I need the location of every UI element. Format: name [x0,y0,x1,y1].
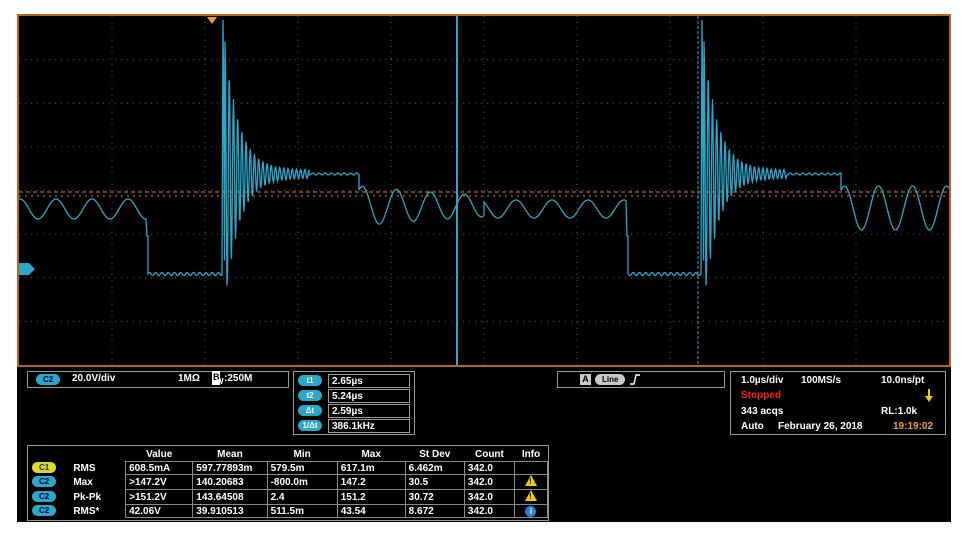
cursor-delta-badge: Δt [298,405,322,416]
channel-2-ground-marker-icon[interactable] [19,263,35,275]
input-impedance: 1MΩ [178,373,200,384]
cursor-t1-badge: t1 [298,375,322,386]
channel-badge: C1 [32,462,57,474]
measurement-name: RMS* [73,505,100,517]
measurement-max: 147.2 [336,474,406,490]
trigger-position-marker-icon[interactable] [207,17,217,24]
trigger-arrow-icon [925,389,933,402]
measurement-min: 579.5m [266,461,338,475]
cursor-readout-box[interactable]: t1 2.65µs t2 5.24µs Δt 2.59µs 1/Δt 386.1… [293,371,415,435]
sample-rate: 100MS/s [801,375,842,386]
measurement-stdev: 30.5 [404,474,465,490]
time-resolution: 10.0ns/pt [881,375,925,386]
measurement-name: Max [73,476,93,488]
measurement-name: Pk-Pk [73,491,102,503]
measurement-stdev: 30.72 [404,489,465,505]
record-length: RL:1.0k [881,406,918,417]
trigger-type: Line [595,374,626,385]
measurement-min: 511.5m [266,504,338,518]
oscilloscope: C2 20.0V/div 1MΩ B W :250M t1 2.65µs t2 … [17,14,951,522]
measurement-min: 2.4 [266,489,338,505]
channel-settings-box[interactable]: C2 20.0V/div 1MΩ B W :250M [27,371,289,388]
channel-badge: C2 [32,505,57,517]
channel-badge: C2 [32,476,57,488]
cursor-row-frequency: 1/Δt 386.1kHz [298,419,412,433]
cursor-row-t2: t2 5.24µs [298,389,412,403]
measurement-max: 151.2 [336,489,406,505]
trigger-mode: Auto [741,421,764,432]
cursor-t1-value: 2.65µs [328,374,410,388]
status-panel: C2 20.0V/div 1MΩ B W :250M t1 2.65µs t2 … [17,367,951,522]
header-max: Max [361,449,381,460]
measurement-value: 608.5mA [125,461,194,475]
cursor-t2-value: 5.24µs [328,389,410,403]
header-stdev: St Dev [419,449,451,460]
warning-icon[interactable]: ! [524,490,537,501]
measurement-mean: 39.910513 [192,504,268,518]
measurement-count: 342.0 [463,489,515,505]
acquisition-box[interactable]: 1.0µs/div 100MS/s 10.0ns/pt Stopped 343 … [730,371,946,435]
table-row[interactable]: C2 Pk-Pk >151.2V 143.64508 2.4 151.2 30.… [30,489,549,505]
timebase: 1.0µs/div [741,375,784,386]
cursor-row-t1: t1 2.65µs [298,374,412,388]
header-count: Count [474,449,504,460]
measurement-header-row: Value Mean Min Max St Dev Count Info [30,448,548,462]
channel-badge: C2 [32,491,57,503]
header-value: Value [146,449,173,460]
header-min: Min [293,449,311,460]
acquisition-count: 343 acqs [741,406,784,417]
acquisition-state: Stopped [741,390,781,401]
cursor-frequency-value: 386.1kHz [328,419,410,433]
table-row[interactable]: C1 RMS 608.5mA 597.77893m 579.5m 617.1m … [30,461,549,475]
time: 19:19:02 [893,421,934,432]
measurement-table: Value Mean Min Max St Dev Count Info C1 … [30,448,549,518]
measurement-table-box[interactable]: Value Mean Min Max St Dev Count Info C1 … [27,445,549,521]
table-row[interactable]: C2 Max >147.2V 140.20683 -800.0m 147.2 3… [30,474,549,490]
measurement-max: 43.54 [336,504,406,518]
measurement-mean: 140.20683 [192,474,268,490]
measurement-info [513,461,549,475]
measurement-mean: 597.77893m [192,461,268,475]
rising-edge-icon [630,374,640,385]
channel-2-trace [19,19,949,286]
measurement-count: 342.0 [463,474,515,490]
measurement-min: -800.0m [266,474,338,490]
measurement-stdev: 6.462m [404,461,465,475]
graticule [19,16,949,365]
waveform-display[interactable] [17,14,951,367]
measurement-value: 42.06V [125,504,194,518]
table-row[interactable]: C2 RMS* 42.06V 39.910513 511.5m 43.54 8.… [30,504,549,518]
trigger-source: A [580,374,591,385]
measurement-count: 342.0 [463,461,515,475]
measurement-value: >147.2V [125,474,194,490]
channel-badge: C2 [36,374,61,385]
waveform-canvas [19,16,949,365]
date: February 26, 2018 [778,421,863,432]
trigger-settings-box[interactable]: A Line [557,371,725,388]
header-info: Info [521,449,541,460]
cursor-delta-value: 2.59µs [328,404,410,418]
info-icon[interactable]: i [525,505,537,517]
cursor-t2-badge: t2 [298,390,322,401]
measurement-count: 342.0 [463,504,515,518]
cursor-frequency-badge: 1/Δt [298,420,322,431]
warning-icon[interactable]: ! [524,475,537,486]
bandwidth-limit: :250M [224,373,253,384]
measurement-stdev: 8.672 [404,504,465,518]
measurement-mean: 143.64508 [192,489,268,505]
vertical-scale: 20.0V/div [72,373,116,384]
measurement-name: RMS [73,462,96,474]
header-mean: Mean [217,449,243,460]
bandwidth-subscript: W [216,377,224,386]
measurement-value: >151.2V [125,489,194,505]
measurement-max: 617.1m [336,461,406,475]
cursor-row-delta: Δt 2.59µs [298,404,412,418]
